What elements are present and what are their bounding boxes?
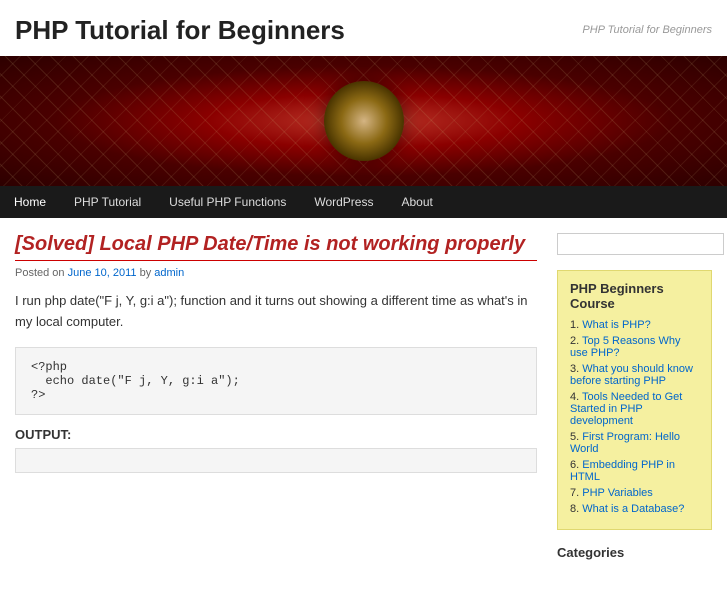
nav-link-php-tutorial[interactable]: PHP Tutorial xyxy=(60,186,155,218)
site-tagline: PHP Tutorial for Beginners xyxy=(582,24,712,36)
banner-image xyxy=(0,56,727,186)
nav-item-wordpress[interactable]: WordPress xyxy=(300,186,387,218)
code-content: <?php echo date("F j, Y, g:i a"); ?> xyxy=(31,360,521,402)
banner-circle xyxy=(324,81,404,161)
course-link-7[interactable]: PHP Variables xyxy=(582,487,653,499)
by-label: by xyxy=(137,267,155,279)
nav-link-home[interactable]: Home xyxy=(0,186,60,218)
post-article: [Solved] Local PHP Date/Time is not work… xyxy=(15,233,537,473)
list-item: 6. Embedding PHP in HTML xyxy=(570,459,699,483)
course-link-5[interactable]: First Program: Hello World xyxy=(570,431,680,455)
main-content: [Solved] Local PHP Date/Time is not work… xyxy=(15,233,537,575)
post-excerpt: I run php date("F j, Y, g:i a"); functio… xyxy=(15,291,537,333)
course-link-4[interactable]: Tools Needed to Get Started in PHP devel… xyxy=(570,391,682,427)
nav-item-about[interactable]: About xyxy=(387,186,446,218)
post-meta: Posted on June 10, 2011 by admin xyxy=(15,267,537,279)
course-widget-title: PHP Beginners Course xyxy=(570,281,699,311)
post-date-link[interactable]: June 10, 2011 xyxy=(68,267,137,279)
posted-on-label: Posted on xyxy=(15,267,68,279)
list-item: 8. What is a Database? xyxy=(570,503,699,515)
course-link-1[interactable]: What is PHP? xyxy=(582,319,650,331)
nav-item-home[interactable]: Home xyxy=(0,186,60,218)
sidebar: Search PHP Beginners Course 1. What is P… xyxy=(557,233,712,575)
list-item: 2. Top 5 Reasons Why use PHP? xyxy=(570,335,699,359)
categories-widget-title: Categories xyxy=(557,545,712,560)
course-link-8[interactable]: What is a Database? xyxy=(582,503,684,515)
list-item: 7. PHP Variables xyxy=(570,487,699,499)
list-item: 5. First Program: Hello World xyxy=(570,431,699,455)
course-link-3[interactable]: What you should know before starting PHP xyxy=(570,363,693,387)
post-author-link[interactable]: admin xyxy=(154,267,184,279)
list-item: 3. What you should know before starting … xyxy=(570,363,699,387)
nav-link-useful-functions[interactable]: Useful PHP Functions xyxy=(155,186,300,218)
output-block xyxy=(15,448,537,473)
main-nav: Home PHP Tutorial Useful PHP Functions W… xyxy=(0,186,727,218)
course-widget: PHP Beginners Course 1. What is PHP? 2. … xyxy=(557,270,712,530)
course-link-6[interactable]: Embedding PHP in HTML xyxy=(570,459,675,483)
search-widget: Search xyxy=(557,233,712,255)
list-item: 1. What is PHP? xyxy=(570,319,699,331)
nav-item-useful-functions[interactable]: Useful PHP Functions xyxy=(155,186,300,218)
search-input[interactable] xyxy=(557,233,724,255)
post-title: [Solved] Local PHP Date/Time is not work… xyxy=(15,233,537,256)
course-link-2[interactable]: Top 5 Reasons Why use PHP? xyxy=(570,335,680,359)
course-list: 1. What is PHP? 2. Top 5 Reasons Why use… xyxy=(570,319,699,515)
nav-link-wordpress[interactable]: WordPress xyxy=(300,186,387,218)
list-item: 4. Tools Needed to Get Started in PHP de… xyxy=(570,391,699,427)
output-label: OUTPUT: xyxy=(15,427,537,442)
nav-link-about[interactable]: About xyxy=(387,186,446,218)
post-title-link[interactable]: [Solved] Local PHP Date/Time is not work… xyxy=(15,233,525,255)
banner-pattern xyxy=(0,56,727,186)
nav-item-php-tutorial[interactable]: PHP Tutorial xyxy=(60,186,155,218)
post-divider xyxy=(15,260,537,261)
code-block: <?php echo date("F j, Y, g:i a"); ?> xyxy=(15,347,537,415)
categories-widget: Categories xyxy=(557,545,712,560)
